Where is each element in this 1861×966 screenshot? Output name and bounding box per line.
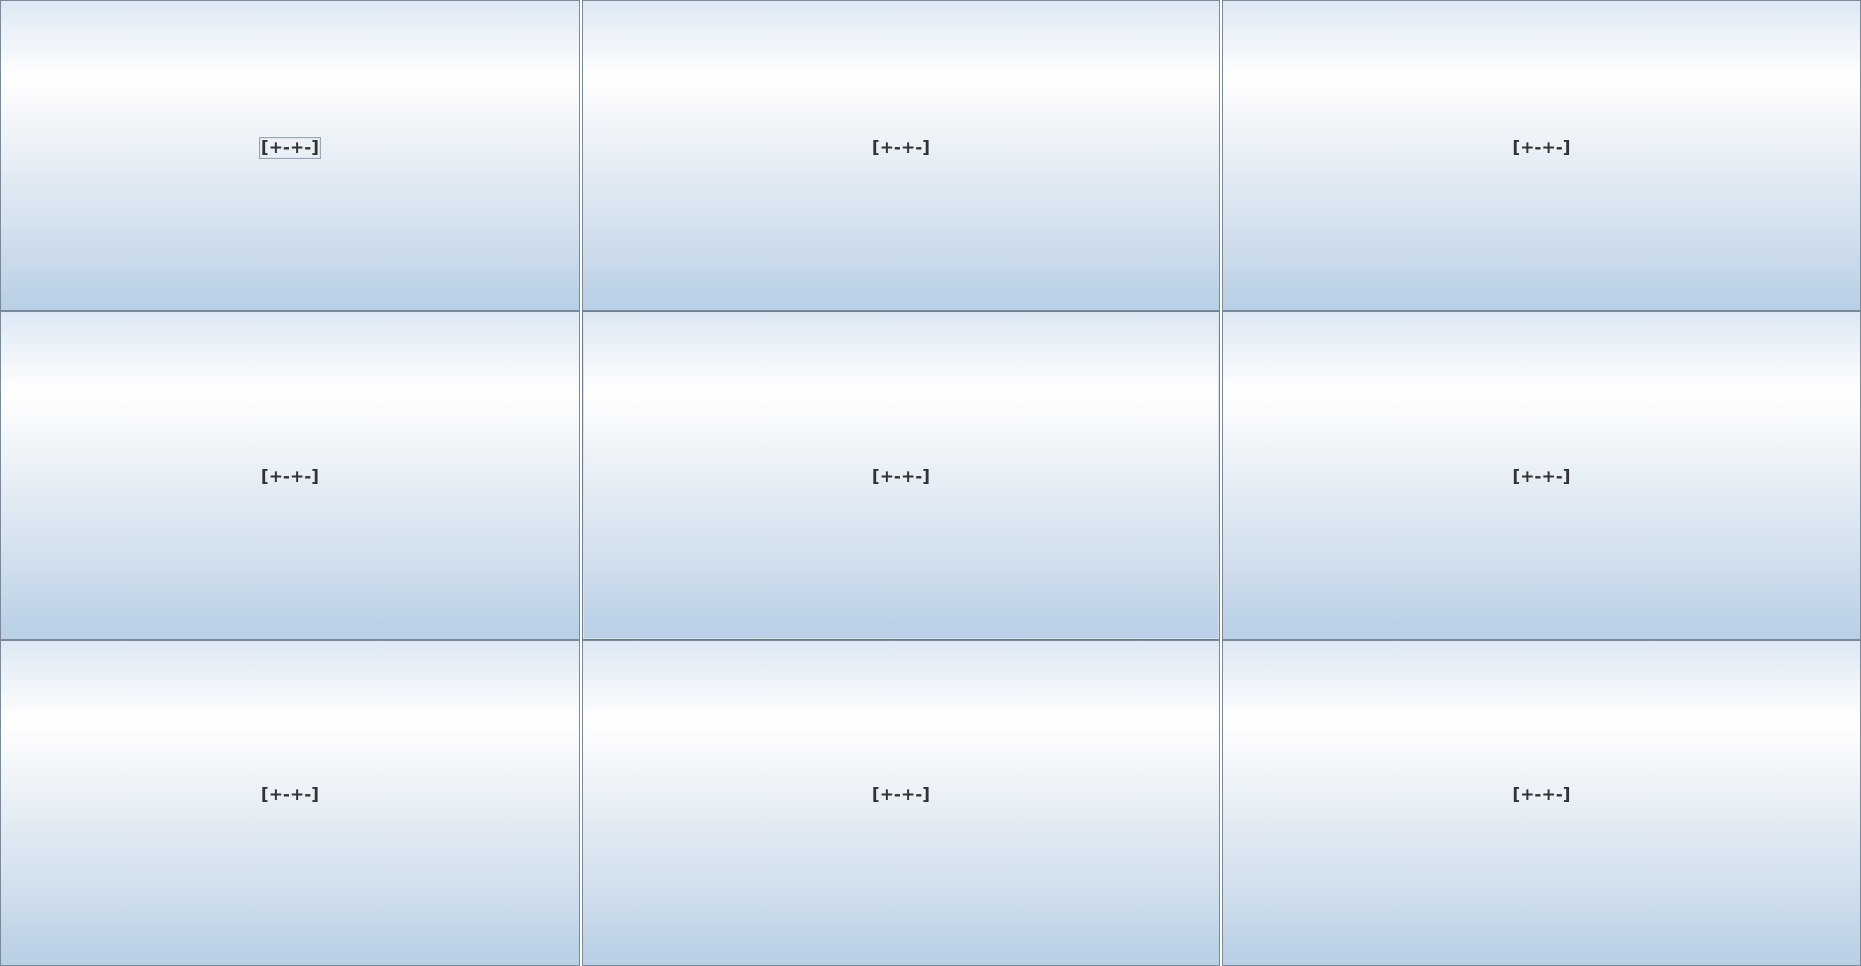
grid-button-9-label: [+-+-] bbox=[1512, 785, 1571, 805]
grid-button-2-label: [+-+-] bbox=[871, 137, 931, 158]
button-grid-window: [+-+-] [+-+-] [+-+-] [+-+-] [+-+-] [+-+-… bbox=[0, 0, 1861, 966]
grid-button-3[interactable]: [+-+-] bbox=[1222, 0, 1861, 311]
grid-button-8-label: [+-+-] bbox=[871, 785, 931, 805]
grid-button-5-label: [+-+-] bbox=[871, 466, 931, 487]
grid-button-1-label: [+-+-] bbox=[258, 136, 322, 159]
grid-button-7[interactable]: [+-+-] bbox=[0, 640, 580, 966]
grid-button-8[interactable]: [+-+-] bbox=[582, 640, 1220, 966]
grid-button-7-label: [+-+-] bbox=[260, 785, 320, 805]
grid-button-2[interactable]: [+-+-] bbox=[582, 0, 1220, 311]
grid-button-4-label: [+-+-] bbox=[260, 466, 320, 487]
grid-button-6-label: [+-+-] bbox=[1512, 466, 1571, 487]
grid-button-1[interactable]: [+-+-] bbox=[0, 0, 580, 311]
grid-button-4[interactable]: [+-+-] bbox=[0, 311, 580, 640]
grid-button-6[interactable]: [+-+-] bbox=[1222, 311, 1861, 640]
grid-button-5[interactable]: [+-+-] bbox=[582, 311, 1220, 640]
grid-button-3-label: [+-+-] bbox=[1512, 137, 1571, 158]
grid-button-9[interactable]: [+-+-] bbox=[1222, 640, 1861, 966]
